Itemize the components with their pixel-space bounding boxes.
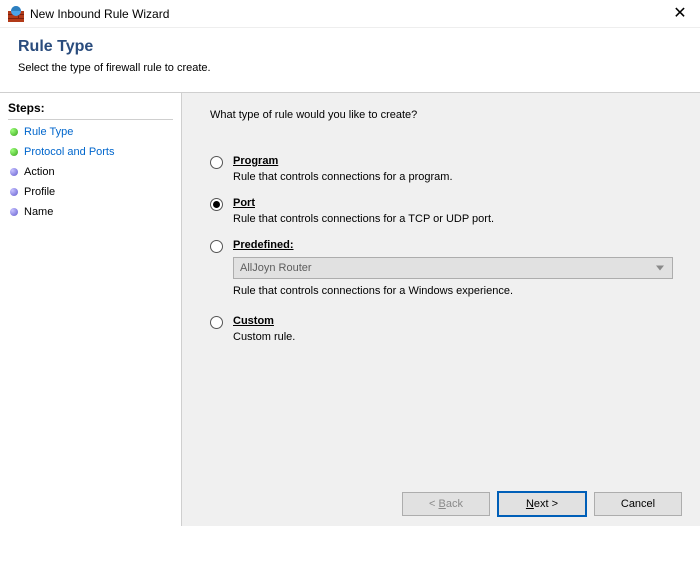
- option-program[interactable]: Program Rule that controls connections f…: [210, 155, 682, 183]
- back-prefix: <: [429, 498, 438, 510]
- radio-icon[interactable]: [210, 240, 223, 253]
- bullet-icon: [10, 148, 18, 156]
- back-accel: B: [439, 498, 446, 510]
- step-label: Rule Type: [24, 126, 73, 138]
- bullet-icon: [10, 128, 18, 136]
- next-button[interactable]: Next >: [498, 492, 586, 516]
- bullet-icon: [10, 188, 18, 196]
- wizard-footer: < Back Next > Cancel: [210, 482, 682, 516]
- option-custom[interactable]: Custom Custom rule.: [210, 315, 682, 343]
- page-subtitle: Select the type of firewall rule to crea…: [18, 62, 682, 74]
- wizard-header: Rule Type Select the type of firewall ru…: [0, 28, 700, 92]
- option-port[interactable]: Port Rule that controls connections for …: [210, 197, 682, 225]
- close-icon[interactable]: ✕: [668, 6, 692, 22]
- next-accel: N: [526, 498, 534, 510]
- option-label: Port: [233, 197, 494, 209]
- radio-icon[interactable]: [210, 198, 223, 211]
- step-rule-type[interactable]: Rule Type: [8, 122, 173, 142]
- option-label: Custom: [233, 315, 295, 327]
- firewall-icon: [8, 6, 24, 22]
- bullet-icon: [10, 208, 18, 216]
- step-name: Name: [8, 202, 173, 222]
- radio-icon[interactable]: [210, 156, 223, 169]
- cancel-button[interactable]: Cancel: [594, 492, 682, 516]
- content-pane: What type of rule would you like to crea…: [182, 93, 700, 526]
- content-prompt: What type of rule would you like to crea…: [210, 109, 682, 121]
- window-title: New Inbound Rule Wizard: [30, 7, 169, 21]
- option-label: Program: [233, 155, 453, 167]
- predefined-value: AllJoyn Router: [240, 262, 312, 274]
- option-desc: Custom rule.: [233, 331, 295, 343]
- option-desc: Rule that controls connections for a Win…: [233, 285, 673, 297]
- step-label: Protocol and Ports: [24, 146, 115, 158]
- option-body: Custom Custom rule.: [233, 315, 295, 343]
- step-label: Action: [24, 166, 55, 178]
- titlebar: New Inbound Rule Wizard ✕: [0, 0, 700, 28]
- option-body: Program Rule that controls connections f…: [233, 155, 453, 183]
- bullet-icon: [10, 168, 18, 176]
- step-action: Action: [8, 162, 173, 182]
- step-label: Name: [24, 206, 53, 218]
- option-body: Predefined: AllJoyn Router Rule that con…: [233, 239, 673, 297]
- steps-sidebar: Steps: Rule Type Protocol and Ports Acti…: [0, 93, 182, 526]
- steps-title: Steps:: [8, 99, 173, 120]
- predefined-select: AllJoyn Router: [233, 257, 673, 279]
- option-desc: Rule that controls connections for a TCP…: [233, 213, 494, 225]
- option-label: Predefined:: [233, 239, 673, 251]
- step-protocol-and-ports[interactable]: Protocol and Ports: [8, 142, 173, 162]
- next-rest: ext >: [534, 498, 558, 510]
- option-predefined[interactable]: Predefined: AllJoyn Router Rule that con…: [210, 239, 682, 297]
- option-body: Port Rule that controls connections for …: [233, 197, 494, 225]
- back-button: < Back: [402, 492, 490, 516]
- step-profile: Profile: [8, 182, 173, 202]
- radio-icon[interactable]: [210, 316, 223, 329]
- page-title: Rule Type: [18, 38, 682, 56]
- step-label: Profile: [24, 186, 55, 198]
- option-desc: Rule that controls connections for a pro…: [233, 171, 453, 183]
- back-rest: ack: [446, 498, 463, 510]
- main-area: Steps: Rule Type Protocol and Ports Acti…: [0, 92, 700, 526]
